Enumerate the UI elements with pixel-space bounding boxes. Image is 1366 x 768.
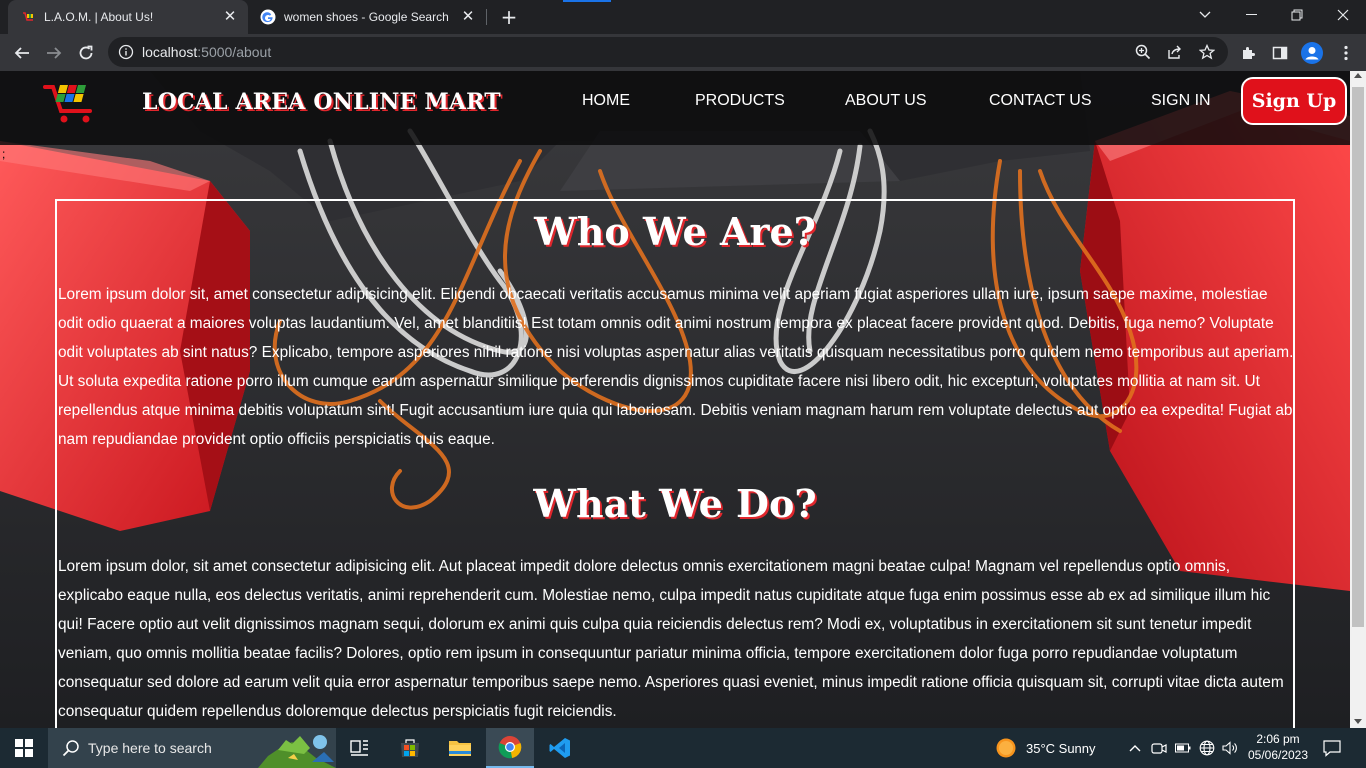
address-bar[interactable]: localhost:5000/about [108, 37, 1228, 67]
tab-google-search[interactable]: women shoes - Google Search ✕ [248, 0, 486, 34]
cart-logo-icon[interactable] [42, 77, 100, 125]
search-highlight-art-icon [258, 735, 336, 768]
section-paragraph: Lorem ipsum dolor sit, amet consectetur … [58, 286, 1294, 448]
google-icon [260, 9, 276, 25]
task-view-icon[interactable] [336, 728, 384, 768]
reload-icon[interactable] [73, 40, 99, 66]
taskbar-search-placeholder: Type here to search [88, 740, 212, 756]
clock-time: 2:06 pm [1256, 732, 1300, 746]
windows-taskbar: Type here to search 35°C Sunny 2:06 pm 0… [0, 728, 1366, 768]
tab-about-us[interactable]: L.A.O.M. | About Us! ✕ [8, 0, 248, 34]
chrome-taskbar-icon[interactable] [486, 728, 534, 768]
tab-separator [486, 9, 487, 25]
share-icon[interactable] [1166, 43, 1184, 61]
site-brand-title[interactable]: LOCAL AREA ONLINE MART [142, 89, 501, 115]
new-tab-icon[interactable]: + [498, 6, 520, 28]
site-navbar: LOCAL AREA ONLINE MART HOME PRODUCTS ABO… [0, 71, 1350, 145]
taskbar-search-box[interactable]: Type here to search [48, 728, 336, 768]
tab-indicator [563, 0, 611, 2]
windows-start-icon[interactable] [0, 728, 48, 768]
tab-title: women shoes - Google Search [284, 10, 449, 24]
taskbar-clock[interactable]: 2:06 pm 05/06/2023 [1246, 731, 1310, 763]
browser-tab-bar: L.A.O.M. | About Us! ✕ women shoes - Goo… [0, 0, 1366, 34]
side-panel-icon[interactable] [1268, 41, 1292, 65]
tab-title: L.A.O.M. | About Us! [44, 10, 154, 24]
file-explorer-icon[interactable] [436, 728, 484, 768]
notification-icon[interactable] [1322, 738, 1342, 758]
section-heading: What We Do? [533, 481, 817, 526]
back-arrow-icon[interactable] [9, 40, 35, 66]
scroll-thumb[interactable] [1352, 87, 1364, 627]
weather-text: 35°C Sunny [1026, 740, 1096, 756]
info-icon[interactable] [118, 44, 134, 60]
nav-home[interactable]: HOME [582, 92, 630, 110]
nav-contact-us[interactable]: CONTACT US [989, 92, 1092, 110]
close-icon[interactable]: ✕ [460, 9, 476, 25]
restore-icon[interactable] [1274, 0, 1320, 30]
bookmark-star-icon[interactable] [1198, 43, 1216, 61]
chevron-up-icon[interactable] [1127, 740, 1143, 756]
profile-avatar-icon[interactable] [1300, 41, 1324, 65]
scroll-up-arrow-icon[interactable] [1354, 73, 1362, 78]
site-favicon-icon [20, 9, 36, 25]
close-icon[interactable]: ✕ [222, 9, 238, 25]
browser-toolbar: localhost:5000/about [0, 34, 1366, 71]
battery-icon[interactable] [1175, 740, 1191, 756]
page-scrollbar[interactable] [1350, 71, 1366, 728]
nav-products[interactable]: PRODUCTS [695, 92, 785, 110]
volume-icon[interactable] [1222, 740, 1238, 756]
nav-about-us[interactable]: ABOUT US [845, 92, 927, 110]
vscode-icon[interactable] [536, 728, 584, 768]
menu-kebab-icon[interactable] [1334, 41, 1358, 65]
microsoft-store-icon[interactable] [386, 728, 434, 768]
meet-now-icon[interactable] [1151, 740, 1167, 756]
url-text[interactable]: localhost:5000/about [142, 44, 271, 60]
page-viewport: LOCAL AREA ONLINE MART HOME PRODUCTS ABO… [0, 71, 1350, 728]
window-close-icon[interactable] [1320, 0, 1366, 30]
scroll-down-arrow-icon[interactable] [1354, 719, 1362, 724]
sun-icon [996, 738, 1016, 758]
sign-up-button[interactable]: Sign Up [1241, 77, 1347, 125]
section-heading: Who We Are? [534, 209, 816, 254]
minimize-icon[interactable] [1228, 0, 1274, 30]
zoom-icon[interactable] [1134, 43, 1152, 61]
forward-arrow-icon[interactable] [41, 40, 67, 66]
extensions-puzzle-icon[interactable] [1236, 41, 1260, 65]
search-icon [62, 739, 80, 757]
weather-widget[interactable]: 35°C Sunny [996, 738, 1096, 758]
stray-text: ; [2, 147, 6, 161]
tab-search-icon[interactable] [1182, 0, 1228, 30]
nav-sign-in[interactable]: SIGN IN [1151, 92, 1211, 110]
network-globe-icon[interactable] [1199, 740, 1215, 756]
section-paragraph: Lorem ipsum dolor, sit amet consectetur … [58, 558, 1284, 720]
clock-date: 05/06/2023 [1247, 748, 1309, 762]
about-content-box: Who We Are? Lorem ipsum dolor sit, amet … [55, 199, 1295, 728]
